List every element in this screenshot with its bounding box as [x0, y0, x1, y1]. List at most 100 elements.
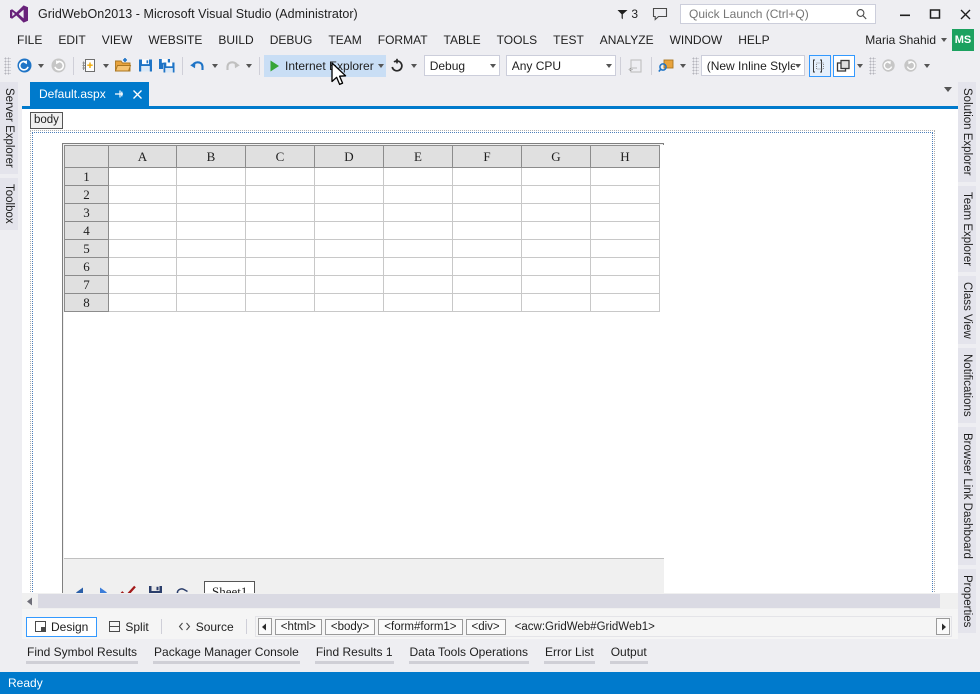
navigate-forward-button[interactable]	[47, 55, 69, 77]
menu-item-table[interactable]: TABLE	[437, 30, 488, 50]
cell-e5[interactable]	[383, 239, 453, 258]
solution-configuration-combo[interactable]: Debug	[423, 55, 500, 76]
row-header-4[interactable]: 4	[64, 221, 109, 240]
cell-d7[interactable]	[314, 275, 384, 294]
navigate-back-button[interactable]	[13, 55, 35, 77]
menu-item-window[interactable]: WINDOW	[663, 30, 730, 50]
cell-b1[interactable]	[176, 167, 246, 186]
cell-f1[interactable]	[452, 167, 522, 186]
menu-item-tools[interactable]: TOOLS	[490, 30, 544, 50]
menu-item-view[interactable]: VIEW	[95, 30, 140, 50]
cell-g6[interactable]	[521, 257, 591, 276]
cell-g5[interactable]	[521, 239, 591, 258]
menu-item-edit[interactable]: EDIT	[51, 30, 92, 50]
style-nav-back-button[interactable]	[878, 55, 900, 77]
chevron-down-icon[interactable]	[489, 63, 496, 68]
style-toolbar-grip-handle[interactable]	[691, 56, 699, 75]
cell-f8[interactable]	[452, 293, 522, 312]
cell-a2[interactable]	[108, 185, 177, 204]
sidebar-item-solution-explorer[interactable]: Solution Explorer	[958, 82, 976, 182]
quick-launch-box[interactable]	[680, 4, 876, 24]
undo-dropdown[interactable]	[209, 55, 221, 77]
tab-source-view[interactable]: Source	[170, 617, 242, 637]
cell-b4[interactable]	[176, 221, 246, 240]
close-button[interactable]	[950, 0, 980, 28]
style-nav-forward-button[interactable]	[900, 55, 922, 77]
cell-f6[interactable]	[452, 257, 522, 276]
cell-a7[interactable]	[108, 275, 177, 294]
cell-e1[interactable]	[383, 167, 453, 186]
design-horizontal-scrollbar[interactable]	[22, 593, 958, 609]
tab-default-aspx[interactable]: Default.aspx	[30, 82, 149, 106]
open-file-button[interactable]	[112, 55, 134, 77]
column-header-e[interactable]: E	[383, 145, 453, 168]
cell-b8[interactable]	[176, 293, 246, 312]
nav-toolbar-grip-handle[interactable]	[868, 56, 876, 75]
start-debugging-button[interactable]: Internet Explorer	[264, 54, 386, 77]
cell-h8[interactable]	[590, 293, 660, 312]
menu-item-team[interactable]: TEAM	[321, 30, 368, 50]
row-header-1[interactable]: 1	[64, 167, 109, 186]
cell-d1[interactable]	[314, 167, 384, 186]
cell-b7[interactable]	[176, 275, 246, 294]
sidebar-item-server-explorer[interactable]: Server Explorer	[0, 82, 18, 174]
column-header-h[interactable]: H	[590, 145, 660, 168]
scroll-left-arrow-icon[interactable]	[22, 593, 38, 609]
cell-f2[interactable]	[452, 185, 522, 204]
row-header-6[interactable]: 6	[64, 257, 109, 276]
column-header-g[interactable]: G	[521, 145, 591, 168]
find-toolbar-overflow[interactable]	[678, 55, 688, 77]
cell-h6[interactable]	[590, 257, 660, 276]
chevron-down-icon[interactable]	[941, 38, 947, 42]
column-header-b[interactable]: B	[176, 145, 246, 168]
close-icon[interactable]	[132, 89, 143, 100]
cell-d5[interactable]	[314, 239, 384, 258]
avatar[interactable]: MS	[952, 29, 974, 51]
cell-g3[interactable]	[521, 203, 591, 222]
scrollbar-track[interactable]	[38, 593, 958, 609]
menu-item-website[interactable]: WEBSITE	[141, 30, 209, 50]
undo-button[interactable]	[187, 55, 209, 77]
cell-c3[interactable]	[245, 203, 315, 222]
sidebar-item-notifications[interactable]: Notifications	[958, 348, 976, 424]
refresh-dropdown[interactable]	[408, 55, 420, 77]
redo-dropdown[interactable]	[243, 55, 255, 77]
nav-toolbar-overflow[interactable]	[922, 55, 932, 77]
column-header-d[interactable]: D	[314, 145, 384, 168]
row-header-3[interactable]: 3	[64, 203, 109, 222]
style-toolbar-overflow[interactable]	[855, 55, 865, 77]
cell-c6[interactable]	[245, 257, 315, 276]
find-in-files-button[interactable]	[656, 55, 678, 77]
row-header-8[interactable]: 8	[64, 293, 109, 312]
cell-c1[interactable]	[245, 167, 315, 186]
notifications-button[interactable]: 3	[616, 7, 638, 21]
row-header-7[interactable]: 7	[64, 275, 109, 294]
menu-item-help[interactable]: HELP	[731, 30, 776, 50]
spreadsheet-table[interactable]: A B C D E F G H 1 2 3 4 5 6 7 8	[64, 145, 660, 312]
sidebar-item-browser-link-dashboard[interactable]: Browser Link Dashboard	[958, 427, 976, 565]
sidebar-item-properties[interactable]: Properties	[958, 568, 976, 634]
refresh-button[interactable]	[386, 55, 408, 77]
breadcrumb-scroll-left-button[interactable]	[257, 618, 272, 635]
column-header-c[interactable]: C	[245, 145, 315, 168]
cell-c4[interactable]	[245, 221, 315, 240]
cell-f5[interactable]	[452, 239, 522, 258]
cell-a8[interactable]	[108, 293, 177, 312]
sidebar-item-team-explorer[interactable]: Team Explorer	[958, 185, 976, 272]
chevron-down-icon[interactable]	[605, 63, 612, 68]
save-all-button[interactable]	[156, 55, 178, 77]
cell-e7[interactable]	[383, 275, 453, 294]
new-item-dropdown[interactable]	[100, 55, 112, 77]
tab-split-view[interactable]: Split	[101, 617, 156, 637]
cell-a3[interactable]	[108, 203, 177, 222]
cell-e2[interactable]	[383, 185, 453, 204]
tab-package-manager-console[interactable]: Package Manager Console	[151, 644, 302, 664]
redo-button[interactable]	[221, 55, 243, 77]
cell-h3[interactable]	[590, 203, 660, 222]
cell-b6[interactable]	[176, 257, 246, 276]
cell-e4[interactable]	[383, 221, 453, 240]
breadcrumb-scroll-right-button[interactable]	[936, 618, 950, 635]
start-debugging-dropdown-icon[interactable]	[377, 63, 384, 68]
breadcrumb-item-gridweb[interactable]: <acw:GridWeb#GridWeb1>	[509, 620, 660, 634]
selected-element-tag[interactable]: body	[30, 112, 63, 129]
